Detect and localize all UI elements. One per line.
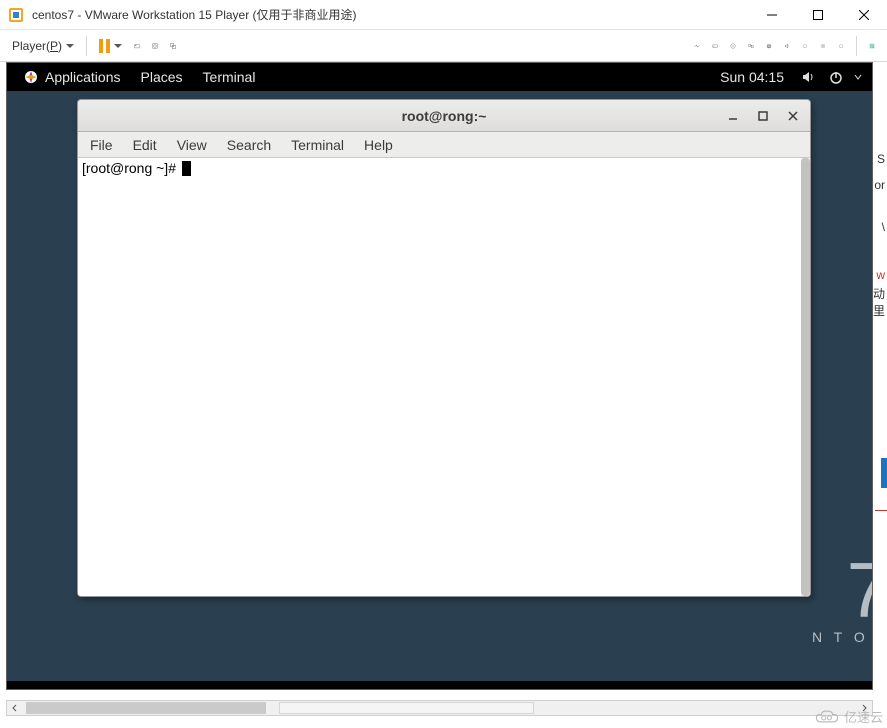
- player-label: Player(P): [12, 39, 62, 53]
- terminal-window: root@rong:~ File Edit View Sear: [77, 99, 811, 597]
- pause-icon: [99, 39, 110, 53]
- vmware-app-icon: [8, 7, 24, 23]
- sound-card-icon[interactable]: [778, 37, 796, 55]
- guest-viewport: Applications Places Terminal Sun 04:15: [0, 62, 887, 728]
- terminal-titlebar[interactable]: root@rong:~: [78, 100, 810, 132]
- chevron-left-icon: [11, 704, 19, 712]
- printer-icon[interactable]: [760, 37, 778, 55]
- terminal-cursor: [182, 161, 191, 176]
- terminal-close-button[interactable]: [782, 106, 804, 126]
- toolbar-separator: [856, 36, 857, 56]
- terminal-scrollbar[interactable]: [801, 158, 810, 596]
- toolbar-separator: [86, 36, 87, 56]
- host-window-titlebar: centos7 - VMware Workstation 15 Player (…: [0, 0, 887, 30]
- terminal-prompt: [root@rong ~]#: [82, 160, 180, 176]
- usb-device-icon[interactable]: [796, 37, 814, 55]
- cd-dvd-icon[interactable]: [724, 37, 742, 55]
- host-window-title: centos7 - VMware Workstation 15 Player (…: [32, 6, 749, 23]
- places-menu[interactable]: Places: [131, 69, 193, 85]
- gnome-bottom-panel[interactable]: [7, 681, 872, 689]
- scrollbar-track[interactable]: [23, 701, 856, 715]
- fullscreen-button[interactable]: [146, 37, 164, 55]
- page-watermark: 亿速云: [814, 707, 883, 726]
- network-adapter-icon[interactable]: [742, 37, 760, 55]
- disk-activity-icon[interactable]: [688, 37, 706, 55]
- message-log-button[interactable]: [863, 37, 881, 55]
- clock-label: Sun 04:15: [720, 69, 784, 85]
- host-maximize-button[interactable]: [795, 0, 841, 30]
- host-close-button[interactable]: [841, 0, 887, 30]
- caret-down-icon: [66, 44, 74, 48]
- hard-disk-icon[interactable]: [706, 37, 724, 55]
- applications-label: Applications: [45, 69, 121, 85]
- places-label: Places: [141, 69, 183, 85]
- menu-help[interactable]: Help: [354, 135, 403, 155]
- volume-indicator[interactable]: [794, 69, 822, 85]
- record-icon[interactable]: [814, 37, 832, 55]
- applications-menu[interactable]: Applications: [13, 69, 131, 85]
- menu-edit[interactable]: Edit: [123, 135, 167, 155]
- terminal-scrollbar-thumb[interactable]: [801, 158, 810, 596]
- panel-caret[interactable]: [850, 73, 866, 81]
- scroll-left-button[interactable]: [7, 701, 23, 715]
- usb-device-icon-2[interactable]: [832, 37, 850, 55]
- vmware-toolbar: Player(P): [0, 30, 887, 62]
- terminal-menubar: File Edit View Search Terminal Help: [78, 132, 810, 158]
- pause-button[interactable]: [93, 36, 128, 56]
- cloud-icon: [814, 708, 840, 726]
- watermark-text: 亿速云: [844, 707, 883, 726]
- gnome-top-panel: Applications Places Terminal Sun 04:15: [7, 63, 872, 91]
- player-menu-button[interactable]: Player(P): [6, 36, 80, 56]
- scrollbar-thumb[interactable]: [26, 702, 266, 714]
- centos-desktop[interactable]: Applications Places Terminal Sun 04:15: [6, 62, 873, 690]
- centos-seven: 7: [812, 551, 873, 629]
- volume-icon: [800, 69, 816, 85]
- send-ctrl-alt-del-button[interactable]: [128, 37, 146, 55]
- host-horizontal-scrollbar[interactable]: [6, 700, 873, 716]
- host-vertical-gutter: S or \ w 动 里: [873, 62, 887, 716]
- centos-text: N T O S: [812, 629, 873, 645]
- menu-search[interactable]: Search: [217, 135, 281, 155]
- unity-mode-button[interactable]: [164, 37, 182, 55]
- applications-icon: [23, 69, 39, 85]
- terminal-title: root@rong:~: [402, 108, 487, 124]
- menu-terminal[interactable]: Terminal: [281, 135, 354, 155]
- clock[interactable]: Sun 04:15: [710, 69, 794, 85]
- terminal-taskbar-label: Terminal: [203, 69, 256, 85]
- menu-file[interactable]: File: [80, 135, 123, 155]
- terminal-maximize-button[interactable]: [752, 106, 774, 126]
- caret-down-icon: [114, 44, 122, 48]
- host-minimize-button[interactable]: [749, 0, 795, 30]
- power-icon: [828, 69, 844, 85]
- power-indicator[interactable]: [822, 69, 850, 85]
- centos-watermark: 7 N T O S: [812, 551, 873, 645]
- menu-view[interactable]: View: [167, 135, 217, 155]
- terminal-body[interactable]: [root@rong ~]#: [78, 158, 810, 596]
- scrollbar-segment[interactable]: [279, 702, 534, 714]
- chevron-down-icon: [854, 73, 862, 81]
- terminal-minimize-button[interactable]: [722, 106, 744, 126]
- terminal-taskbar-item[interactable]: Terminal: [193, 69, 266, 85]
